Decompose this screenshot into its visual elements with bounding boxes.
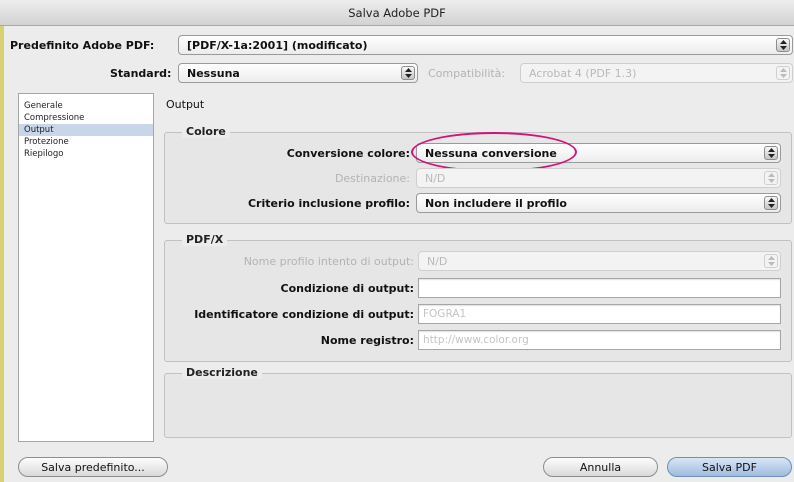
condition-identifier-field[interactable]: FOGRA1 (418, 304, 781, 324)
output-intent-label: Nome profilo intento di output: (243, 255, 414, 268)
highlight-circle (411, 132, 577, 172)
updown-arrows-icon (776, 66, 790, 80)
pdfx-title: PDF/X (182, 233, 228, 246)
compat-value: Acrobat 4 (PDF 1.3) (529, 67, 637, 80)
save-pdf-button[interactable]: Salva PDF (667, 457, 792, 477)
profile-inclusion-value: Non includere il profilo (425, 197, 567, 210)
compat-popup[interactable]: Acrobat 4 (PDF 1.3) (520, 63, 793, 83)
preset-popup[interactable]: [PDF/X-1a:2001] (modificato) (178, 35, 793, 55)
updown-arrows-icon (764, 146, 778, 160)
condition-identifier-label: Identificatore condizione di output: (194, 308, 414, 321)
destination-label: Destinazione: (334, 172, 410, 185)
preset-value: [PDF/X-1a:2001] (modificato) (187, 39, 368, 52)
updown-arrows-icon (764, 171, 778, 185)
output-intent-popup[interactable]: N/D (418, 251, 781, 271)
window-title: Salva Adobe PDF (348, 6, 446, 20)
standard-value: Nessuna (187, 67, 240, 80)
registry-name-label: Nome registro: (320, 334, 414, 347)
save-preset-button[interactable]: Salva predefinito... (18, 457, 168, 477)
description-title: Descrizione (182, 366, 262, 379)
preset-label: Predefinito Adobe PDF: (10, 39, 155, 52)
compat-label: Compatibilità: (428, 67, 506, 80)
updown-arrows-icon (401, 66, 415, 80)
registry-name-field[interactable]: http://www.color.org (418, 330, 781, 350)
profile-inclusion-label: Criterio inclusione profilo: (247, 197, 410, 210)
window-edge (0, 26, 4, 482)
sidebar-item-protezione[interactable]: Protezione (19, 136, 153, 148)
colore-title: Colore (182, 125, 230, 138)
destination-value: N/D (425, 172, 446, 185)
description-group (164, 373, 792, 438)
standard-popup[interactable]: Nessuna (178, 63, 418, 83)
output-intent-value: N/D (427, 255, 448, 268)
sidebar-item-output[interactable]: Output (19, 124, 153, 136)
settings-sidebar: Generale Compressione Output Protezione … (18, 93, 154, 442)
title-bar: Salva Adobe PDF (0, 0, 794, 26)
standard-label: Standard: (110, 67, 172, 80)
profile-inclusion-popup[interactable]: Non includere il profilo (416, 193, 781, 213)
color-conversion-label: Conversione colore: (286, 147, 410, 160)
cancel-button[interactable]: Annulla (543, 457, 658, 477)
sidebar-item-compressione[interactable]: Compressione (19, 112, 153, 124)
output-condition-label: Condizione di output: (280, 282, 414, 295)
updown-arrows-icon (764, 196, 778, 210)
destination-popup[interactable]: N/D (416, 168, 781, 188)
sidebar-item-generale[interactable]: Generale (19, 100, 153, 112)
sidebar-item-riepilogo[interactable]: Riepilogo (19, 148, 153, 160)
section-title: Output (166, 98, 205, 111)
updown-arrows-icon (764, 254, 778, 268)
updown-arrows-icon (776, 38, 790, 52)
output-condition-field[interactable] (418, 278, 781, 298)
